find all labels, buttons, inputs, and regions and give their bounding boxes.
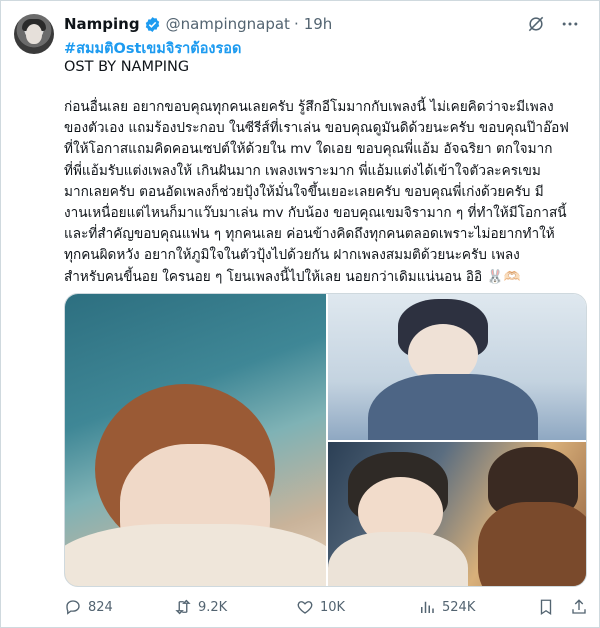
reply-icon <box>66 600 80 615</box>
reply-button[interactable]: 824 <box>64 598 113 616</box>
photo-jacket-shape <box>368 374 538 440</box>
media-grid <box>64 293 587 587</box>
reply-count: 824 <box>88 599 113 615</box>
separator-dot: · <box>293 15 299 33</box>
views-button[interactable]: 524K <box>418 598 475 616</box>
repost-icon <box>175 599 191 615</box>
photo-1[interactable] <box>65 294 326 586</box>
avatar-face <box>26 24 42 44</box>
post-body-line: สำหรับคนขี้นอย ใครนอย ๆ โยนเพลงนี้ไปให้เ… <box>64 268 521 285</box>
like-icon <box>297 601 313 614</box>
like-count: 10K <box>320 599 346 615</box>
photo-3[interactable] <box>328 442 586 586</box>
photo-sweater-shape <box>328 532 468 586</box>
photo-jacket-shape <box>478 502 586 586</box>
grok-icon[interactable] <box>526 14 546 34</box>
post-body-line: และที่สำคัญขอบคุณแฟน ๆ ทุกคนเลย ค่อนข้าง… <box>64 226 555 243</box>
action-bar: 824 9.2K 10K 524K <box>64 598 592 622</box>
post-body-line: ของตัวเอง แถมร้องประกอบ ในซีรีส์ที่เราเล… <box>64 120 569 137</box>
post-body-line: งานเหนื่อยแต่ไหนก็มาแว๊บมาเล่น mv กับน้อ… <box>64 205 567 222</box>
more-icon[interactable] <box>560 14 580 34</box>
like-button[interactable]: 10K <box>296 598 345 616</box>
views-count: 524K <box>442 599 476 615</box>
author-handle[interactable]: @nampingnapat <box>166 15 290 33</box>
post-subtitle: OST BY NAMPING <box>64 59 190 75</box>
share-button[interactable] <box>570 598 588 616</box>
hashtag-link[interactable]: #สมมติOstเขมจิราต้องรอด <box>64 37 241 60</box>
avatar[interactable] <box>14 14 54 54</box>
post-time[interactable]: 19h <box>304 15 333 33</box>
post-body-line: มากเลยครับ ตอนอัดเพลงก็ช่วยปุ้งให้มั่นใจ… <box>64 183 544 200</box>
share-icon <box>572 599 586 614</box>
repost-button[interactable]: 9.2K <box>174 598 227 616</box>
post-body-line: ที่ให้โอกาสแถมคิดคอนเซปต์ให้ด้วยใน mv ใด… <box>64 141 553 158</box>
verified-badge-icon <box>144 16 161 33</box>
photo-2[interactable] <box>328 294 586 440</box>
photo-sweater-shape <box>65 524 326 586</box>
post-body-line: ทุกคนผิดหวัง อยากให้ภูมิใจในตัวปุ้งไปด้ว… <box>64 247 520 264</box>
post-body-line: ก่อนอื่นเลย อยากขอบคุณทุกคนเลยครับ รู้สึ… <box>64 99 554 115</box>
bookmark-icon <box>540 599 552 616</box>
post-body-line: ที่พี่แอ้มรับแต่งเพลงให้ เกินฝันมาก เพลง… <box>64 162 541 179</box>
bookmark-button[interactable] <box>537 598 555 616</box>
repost-count: 9.2K <box>198 599 228 615</box>
author-name[interactable]: Namping <box>64 15 140 33</box>
post-body: ก่อนอื่นเลย อยากขอบคุณทุกคนเลยครับ รู้สึ… <box>64 97 592 288</box>
views-icon <box>421 601 434 613</box>
post-header: Namping @nampingnapat · 19h <box>64 12 586 36</box>
header-actions <box>526 14 580 34</box>
